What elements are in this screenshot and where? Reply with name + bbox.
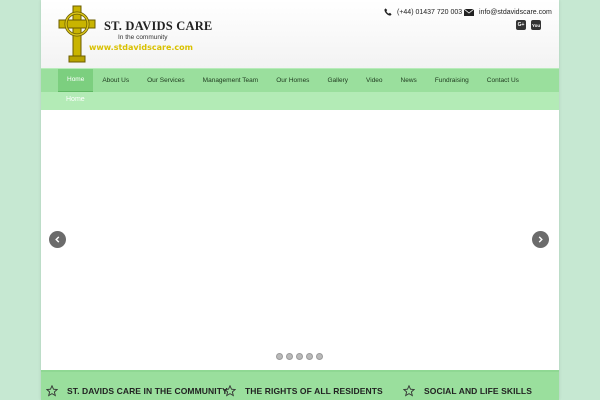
celtic-cross-icon	[58, 5, 96, 63]
phone-number: (+44) 01437 720 003	[397, 8, 463, 16]
phone-contact[interactable]: (+44) 01437 720 003	[384, 6, 462, 18]
feature-life-skills[interactable]: SOCIAL AND LIFE SKILLS	[403, 385, 532, 397]
breadcrumb: Home	[41, 92, 559, 110]
image-slider	[41, 110, 559, 370]
brand-name: ST. DAVIDS CARE	[104, 19, 213, 33]
star-icon	[46, 385, 58, 397]
feature-title: THE RIGHTS OF ALL RESIDENTS	[245, 386, 383, 396]
feature-title: SOCIAL AND LIFE SKILLS	[424, 386, 532, 396]
nav-item-gallery[interactable]: Gallery	[318, 69, 357, 93]
features-bar: ST. DAVIDS CARE IN THE COMMUNITY THE RIG…	[41, 370, 559, 400]
star-icon	[224, 385, 236, 397]
chevron-right-icon	[538, 236, 543, 243]
main-nav: Home About Us Our Services Management Te…	[41, 68, 559, 93]
nav-item-our-homes[interactable]: Our Homes	[267, 69, 318, 93]
feature-title: ST. DAVIDS CARE IN THE COMMUNITY	[67, 386, 228, 396]
google-plus-icon[interactable]: G+	[516, 20, 526, 30]
nav-item-contact-us[interactable]: Contact Us	[478, 69, 528, 93]
nav-item-home[interactable]: Home	[58, 68, 94, 93]
slider-next-button[interactable]	[532, 231, 549, 248]
chevron-left-icon	[55, 236, 60, 243]
nav-item-news[interactable]: News	[392, 69, 426, 93]
youtube-icon[interactable]: You	[531, 20, 541, 30]
nav-item-about-us[interactable]: About Us	[93, 69, 138, 93]
slider-prev-button[interactable]	[49, 231, 66, 248]
nav-item-fundraising[interactable]: Fundraising	[426, 69, 478, 93]
nav-item-our-services[interactable]: Our Services	[138, 69, 194, 93]
slider-pagination	[276, 353, 323, 360]
nav-item-video[interactable]: Video	[357, 69, 392, 93]
brand-website: www.stdavidscare.com	[89, 43, 193, 52]
slider-dot[interactable]	[276, 353, 283, 360]
site-header: ST. DAVIDS CARE In the community www.std…	[41, 0, 559, 68]
envelope-icon	[464, 8, 474, 16]
phone-icon	[384, 8, 392, 16]
star-icon	[403, 385, 415, 397]
page-container: ST. DAVIDS CARE In the community www.std…	[41, 0, 559, 400]
slider-dot[interactable]	[316, 353, 323, 360]
slider-dot[interactable]	[296, 353, 303, 360]
brand-tagline: In the community	[118, 34, 168, 41]
email-contact[interactable]: info@stdavidscare.com	[464, 6, 552, 18]
email-address: info@stdavidscare.com	[479, 8, 552, 16]
breadcrumb-current[interactable]: Home	[66, 96, 85, 103]
feature-community[interactable]: ST. DAVIDS CARE IN THE COMMUNITY	[46, 385, 228, 397]
slider-dot[interactable]	[286, 353, 293, 360]
site-logo[interactable]: ST. DAVIDS CARE In the community www.std…	[57, 4, 212, 63]
feature-rights[interactable]: THE RIGHTS OF ALL RESIDENTS	[224, 385, 383, 397]
nav-item-management-team[interactable]: Management Team	[194, 69, 268, 93]
slider-dot[interactable]	[306, 353, 313, 360]
